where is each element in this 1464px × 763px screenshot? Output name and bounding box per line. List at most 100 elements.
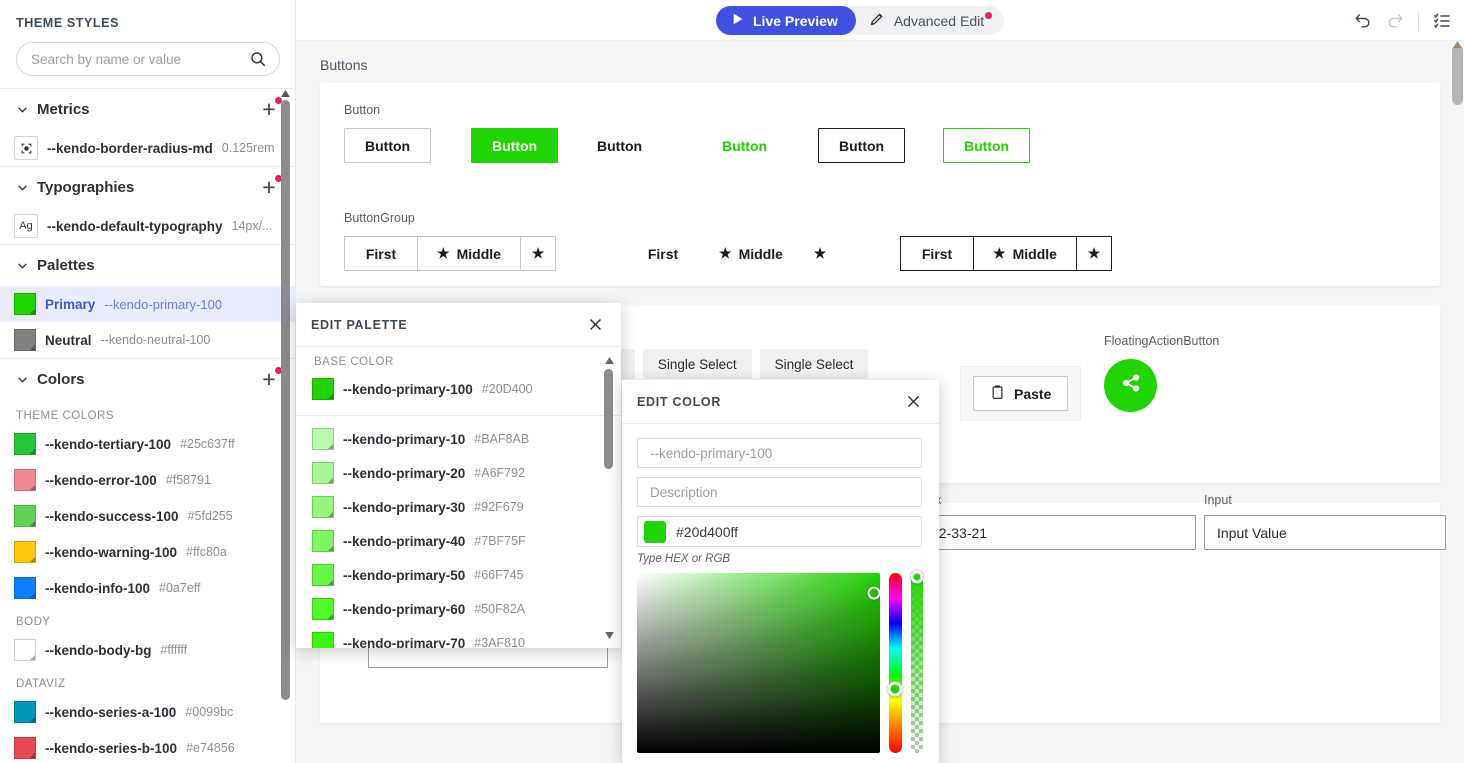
advanced-edit-tab[interactable]: Advanced Edit (856, 11, 998, 30)
color-swatch[interactable] (14, 577, 36, 599)
color-swatch[interactable] (312, 462, 334, 484)
color-swatch[interactable] (14, 505, 36, 527)
chevron-down-icon[interactable] (14, 180, 30, 196)
paste-button[interactable]: Paste (973, 376, 1069, 411)
palette-shade-row[interactable]: --kendo-primary-70 #3AF810 (296, 626, 621, 648)
color-swatch[interactable] (14, 433, 36, 455)
button-default[interactable]: Button (344, 128, 432, 163)
color-name-field[interactable]: --kendo-primary-100 (637, 438, 922, 468)
bg-first[interactable]: First (344, 236, 418, 271)
color-swatch[interactable] (14, 701, 36, 723)
color-swatch[interactable] (14, 329, 36, 351)
floating-action-button[interactable] (1104, 359, 1157, 412)
section-header-palettes[interactable]: Palettes (0, 244, 295, 286)
typography-row[interactable]: Ag --kendo-default-typography 14px/... (0, 208, 295, 244)
color-swatch[interactable] (312, 598, 334, 620)
bg-star[interactable]: ★ (520, 236, 556, 271)
button-flat-green[interactable]: Button (701, 128, 788, 163)
palette-row-primary[interactable]: Primary --kendo-primary-100 (0, 286, 295, 322)
search-icon[interactable] (249, 50, 267, 68)
add-typography-button[interactable]: + (257, 174, 282, 200)
toolbar-actions (1349, 7, 1456, 35)
color-row[interactable]: --kendo-info-100 #0a7eff (0, 570, 295, 606)
canvas-scroll-up-arrow-icon[interactable] (1453, 41, 1462, 53)
search-input[interactable] (16, 42, 280, 76)
sidebar-scrollbar[interactable] (279, 88, 292, 755)
redo-icon[interactable] (1381, 7, 1409, 35)
color-swatch[interactable] (312, 378, 334, 400)
alpha-handle[interactable] (910, 570, 924, 584)
live-preview-tab[interactable]: Live Preview (716, 6, 856, 35)
chip-single-select[interactable]: Single Select (759, 349, 869, 379)
button-solid[interactable]: Button (471, 128, 559, 163)
button-flat[interactable]: Button (576, 128, 663, 163)
color-row[interactable]: --kendo-warning-100 #ffc80a (0, 534, 295, 570)
checklist-icon[interactable] (1428, 7, 1456, 35)
input-field[interactable]: Input Value (1204, 515, 1446, 550)
buttons-section-title: Buttons (320, 57, 368, 73)
color-swatch[interactable] (14, 469, 36, 491)
color-swatch[interactable] (312, 564, 334, 586)
bg-middle[interactable]: ★ Middle (417, 236, 521, 271)
color-swatch[interactable] (14, 293, 36, 315)
alpha-slider[interactable] (910, 570, 924, 753)
color-row[interactable]: --kendo-error-100 #f58791 (0, 462, 295, 498)
palette-shade-row[interactable]: --kendo-primary-60 #50F82A (296, 592, 621, 626)
section-header-colors[interactable]: Colors + (0, 358, 295, 400)
scroll-up-arrow-icon[interactable] (279, 88, 292, 98)
color-row[interactable]: --kendo-tertiary-100 #25c637ff (0, 426, 295, 462)
color-description-field[interactable]: Description (637, 477, 922, 507)
metric-name: --kendo-border-radius-md (47, 140, 213, 156)
chevron-down-icon[interactable] (14, 102, 30, 118)
chevron-down-icon[interactable] (14, 372, 30, 388)
palette-shade-row[interactable]: --kendo-primary-40 #7BF75F (296, 524, 621, 558)
bg-star[interactable]: ★ (1076, 236, 1112, 271)
bg-first[interactable]: First (626, 236, 700, 271)
chip-single-select[interactable]: Single Select (642, 349, 752, 379)
palette-scrollbar[interactable] (602, 355, 616, 640)
section-header-typographies[interactable]: Typographies + (0, 166, 295, 208)
bg-middle[interactable]: ★ Middle (973, 236, 1077, 271)
close-icon[interactable] (584, 314, 606, 336)
bg-first[interactable]: First (900, 236, 974, 271)
color-swatch[interactable] (14, 541, 36, 563)
hue-slider[interactable] (887, 573, 903, 753)
sv-handle[interactable] (867, 586, 880, 600)
scroll-up-arrow-icon[interactable] (604, 355, 614, 365)
palette-shade-row[interactable]: --kendo-primary-20 #A6F792 (296, 456, 621, 490)
scroll-down-arrow-icon[interactable] (604, 630, 614, 640)
palette-shade-row[interactable]: --kendo-primary-10 #BAF8AB (296, 422, 621, 456)
hex-input-group[interactable]: #20d400ff (637, 516, 922, 547)
button-outline-green[interactable]: Button (943, 128, 1031, 163)
hue-handle[interactable] (887, 681, 903, 697)
bg-star[interactable]: ★ (802, 236, 838, 271)
metric-row[interactable]: --kendo-border-radius-md 0.125rem (0, 130, 295, 166)
color-swatch[interactable] (14, 639, 36, 661)
palette-row-neutral[interactable]: Neutral --kendo-neutral-100 (0, 322, 295, 358)
button-outline-dark[interactable]: Button (818, 128, 906, 163)
color-row[interactable]: --kendo-series-a-100 #0099bc (0, 694, 295, 730)
color-swatch[interactable] (14, 737, 36, 759)
palette-shade-row[interactable]: --kendo-primary-30 #92F679 (296, 490, 621, 524)
palette-shade-row[interactable]: --kendo-primary-50 #66F745 (296, 558, 621, 592)
canvas-scrollbar-thumb[interactable] (1452, 45, 1463, 105)
close-icon[interactable] (902, 391, 924, 413)
chevron-down-icon[interactable] (14, 258, 30, 274)
color-row[interactable]: --kendo-success-100 #5fd255 (0, 498, 295, 534)
scrollbar-thumb[interactable] (281, 100, 290, 700)
section-header-metrics[interactable]: Metrics + (0, 88, 295, 130)
undo-icon[interactable] (1349, 7, 1377, 35)
scrollbar-thumb[interactable] (604, 369, 613, 469)
shade-value: #BAF8AB (474, 432, 530, 446)
color-swatch[interactable] (312, 496, 334, 518)
base-color-row[interactable]: --kendo-primary-100 #20D400 (296, 371, 621, 407)
color-row[interactable]: --kendo-body-bg #ffffff (0, 632, 295, 668)
color-swatch[interactable] (312, 530, 334, 552)
color-row[interactable]: --kendo-series-b-100 #e74856 (0, 730, 295, 763)
add-metric-button[interactable]: + (257, 96, 282, 122)
color-swatch[interactable] (312, 632, 334, 648)
bg-middle[interactable]: ★ Middle (699, 236, 803, 271)
color-swatch[interactable] (312, 428, 334, 450)
add-color-button[interactable]: + (257, 366, 282, 392)
saturation-value-box[interactable] (637, 573, 880, 753)
